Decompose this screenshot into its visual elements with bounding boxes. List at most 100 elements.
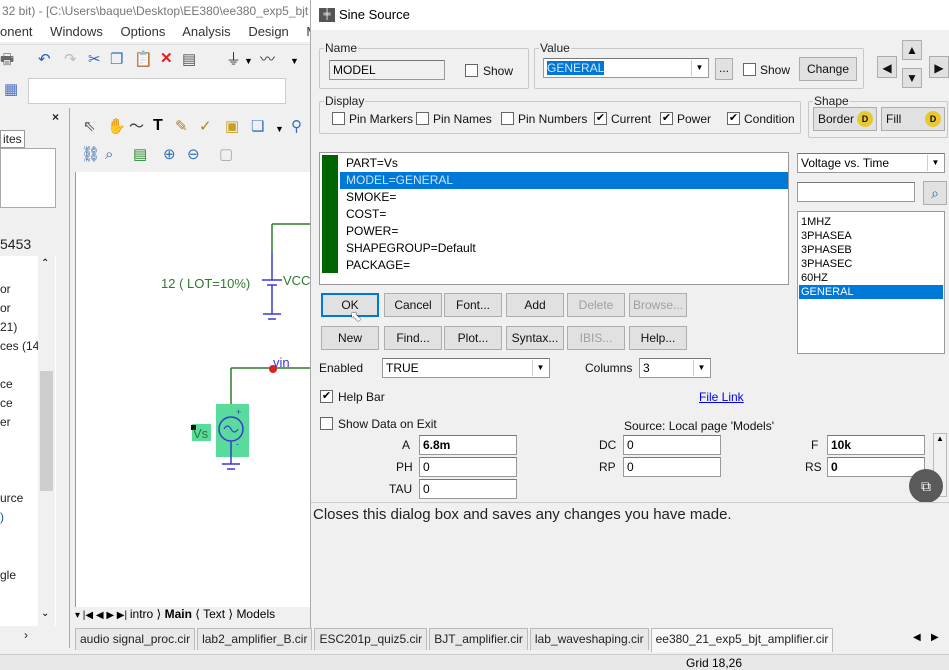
page-tab-text[interactable]: Text [203,607,225,621]
param-dc-input[interactable]: 0 [623,435,721,455]
syntax-button[interactable]: Syntax... [506,326,564,350]
fit-icon[interactable]: ▢ [219,146,233,164]
bus-icon[interactable]: ▣ [225,118,239,136]
cancel-button[interactable]: Cancel [384,293,442,317]
resistor-icon[interactable]: 〰 [260,51,275,69]
calculator-icon[interactable]: ▦ [4,81,18,99]
list-item[interactable]: ce [0,377,13,391]
attribute-item[interactable]: POWER= [344,223,788,240]
list-item[interactable]: ce [0,396,13,410]
help-bar-checkbox[interactable]: ✔ [320,390,333,403]
select-arrow-icon[interactable]: ⇖ [83,118,96,136]
diagonal-wire-icon[interactable]: ✓ [199,118,212,136]
find-button[interactable]: Find... [384,326,442,350]
model-item[interactable]: 3PHASEC [799,257,943,271]
pin-numbers-checkbox[interactable] [501,112,514,125]
add-button[interactable]: Add [506,293,564,317]
model-item-selected[interactable]: GENERAL [799,285,943,299]
shapes-icon[interactable]: ❏ [251,118,264,136]
cut-icon[interactable]: ✂ [88,51,101,69]
node-icon[interactable]: ⚲ [291,118,302,136]
columns-dropdown[interactable]: 3 ▼ [639,358,711,378]
param-rs-input[interactable]: 0 [827,457,925,477]
page-tab-main[interactable]: Main [165,607,192,621]
battery-value-label[interactable]: 12 ( LOT=10%) [161,276,250,291]
change-button[interactable]: Change [799,57,857,81]
attribute-item[interactable]: SHAPEGROUP=Default [344,240,788,257]
menu-analysis[interactable]: Analysis [182,24,230,39]
new-button[interactable]: New [321,326,379,350]
find-in-schematic-icon[interactable]: ⛓ [81,146,100,164]
list-item[interactable]: 21) [0,320,17,334]
redo-icon[interactable]: ↷ [64,51,77,69]
help-button[interactable]: Help... [629,326,687,350]
move-down-button[interactable]: ▼ [902,68,922,88]
power-checkbox[interactable]: ✔ [660,112,673,125]
dropdown-arrow-icon[interactable]: ▼ [275,120,284,138]
name-field[interactable]: MODEL [329,60,445,80]
value-combobox[interactable]: GENERAL ▼ [543,58,709,78]
model-item[interactable]: 3PHASEA [799,229,943,243]
list-item[interactable]: ) [0,510,4,524]
list-scrollbar[interactable]: ⌃ ⌄ [38,256,55,626]
attribute-item-selected[interactable]: MODEL=GENERAL [340,172,788,189]
tab-scroll-left-icon[interactable]: ◀ [913,632,921,643]
wire-pencil-icon[interactable]: ✎ [175,118,188,136]
model-item[interactable]: 3PHASEB [799,243,943,257]
value-browse-button[interactable]: ... [715,58,733,80]
attribute-item[interactable]: SMOKE= [344,189,788,206]
picture-in-picture-button[interactable]: ⧉ [909,469,943,503]
param-a-input[interactable]: 6.8m [419,435,517,455]
attribute-item[interactable]: PACKAGE= [344,257,788,274]
file-link[interactable]: File Link [699,390,744,404]
wire-icon[interactable]: 〜 [129,118,144,136]
menu-component[interactable]: onent [0,24,33,39]
chevron-down-icon[interactable]: ▼ [532,360,548,376]
enabled-dropdown[interactable]: TRUE ▼ [382,358,550,378]
ibis-button[interactable]: IBIS... [567,326,625,350]
page-tab-models[interactable]: Models [236,607,275,621]
component-info-icon[interactable]: ▤ [133,146,147,164]
pin-names-checkbox[interactable] [416,112,429,125]
move-left-button[interactable]: ◀ [877,56,897,78]
plot-button[interactable]: Plot... [444,326,502,350]
fill-button[interactable]: Fill D [881,107,945,131]
tab-scroll-right-icon[interactable]: ▶ [931,632,939,643]
dropdown-arrow-icon[interactable]: ▼ [244,52,253,70]
model-search-input[interactable] [797,182,915,202]
attribute-item[interactable]: PART=Vs [344,155,788,172]
source-name-label[interactable]: Vs [193,426,208,441]
page-tab-intro[interactable]: intro [130,607,153,621]
font-button[interactable]: Font... [444,293,502,317]
chevron-down-icon[interactable]: ▼ [691,60,707,76]
param-ph-input[interactable]: 0 [419,457,517,477]
undo-icon[interactable]: ↶ [38,51,51,69]
list-item[interactable]: or [0,282,11,296]
param-f-input[interactable]: 10k [827,435,925,455]
model-item[interactable]: 60HZ [799,271,943,285]
list-item[interactable]: or [0,301,11,315]
move-right-button[interactable]: ▶ [929,56,949,78]
scroll-down-icon[interactable]: ⌄ [41,608,49,619]
scroll-right-icon[interactable]: › [24,628,28,642]
ground-icon[interactable]: ⏚ [226,51,241,69]
plot-type-dropdown[interactable]: Voltage vs. Time ▼ [797,153,945,173]
chevron-down-icon[interactable]: ▼ [693,360,709,376]
list-item[interactable]: ces (14) [0,339,43,353]
formula-input[interactable] [28,78,286,104]
copy-icon[interactable]: ❐ [110,51,123,69]
list-item[interactable]: er [0,415,11,429]
battery-name-label[interactable]: VCC [283,273,310,288]
condition-checkbox[interactable]: ✔ [727,112,740,125]
current-checkbox[interactable]: ✔ [594,112,607,125]
pin-markers-checkbox[interactable] [332,112,345,125]
node-label[interactable]: vin [273,355,290,370]
binoculars-icon[interactable]: ⌕ [105,146,113,164]
list-item[interactable]: urce [0,491,23,505]
scroll-up-icon[interactable]: ▲ [936,434,944,443]
scroll-up-icon[interactable]: ⌃ [41,258,49,269]
file-tab[interactable]: ESC201p_quiz5.cir [314,628,428,650]
file-tab[interactable]: lab_waveshaping.cir [529,628,649,650]
menu-options[interactable]: Options [121,24,166,39]
show-data-on-exit-checkbox[interactable] [320,417,333,430]
